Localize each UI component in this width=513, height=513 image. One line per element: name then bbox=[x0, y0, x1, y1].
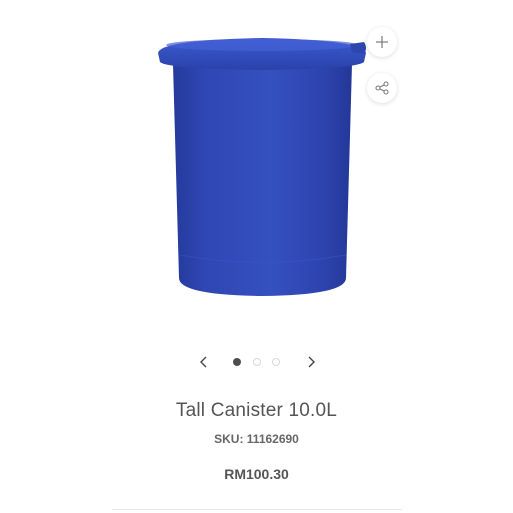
carousel-next-button[interactable] bbox=[299, 350, 323, 374]
product-image bbox=[150, 30, 375, 305]
zoom-button[interactable] bbox=[367, 27, 397, 57]
product-title: Tall Canister 10.0L bbox=[175, 400, 338, 421]
carousel-dot-2[interactable] bbox=[253, 358, 261, 366]
image-carousel-controls bbox=[0, 350, 513, 374]
canister-body bbox=[173, 64, 352, 296]
product-price: RM100.30 bbox=[224, 466, 289, 482]
share-button[interactable] bbox=[367, 73, 397, 103]
carousel-dot-3[interactable] bbox=[272, 358, 280, 366]
divider bbox=[112, 509, 402, 510]
share-icon bbox=[375, 81, 389, 95]
chevron-left-icon bbox=[200, 356, 207, 368]
plus-icon bbox=[376, 36, 388, 48]
chevron-right-icon bbox=[308, 356, 315, 368]
product-sku: SKU: 11162690 bbox=[214, 432, 299, 446]
carousel-dot-1[interactable] bbox=[233, 358, 241, 366]
canister-graphic bbox=[158, 38, 366, 296]
carousel-prev-button[interactable] bbox=[192, 350, 216, 374]
